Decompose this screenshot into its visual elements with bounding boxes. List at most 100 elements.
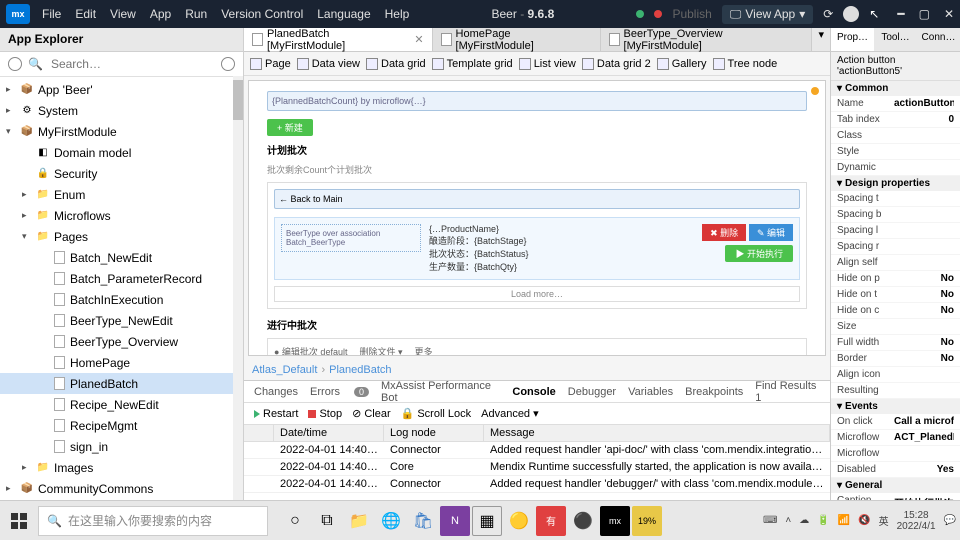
edge-icon[interactable]: 🌐 (376, 506, 406, 536)
tree-item-myfirstmodule[interactable]: ▾📦MyFirstModule (0, 121, 243, 142)
tree-item-microflows[interactable]: ▸📁Microflows (0, 205, 243, 226)
tray-battery-icon[interactable]: 🔋 (817, 515, 829, 526)
widget-data-grid-2[interactable]: Data grid 2 (582, 58, 651, 70)
bottom-tab-console[interactable]: Console (512, 386, 555, 398)
prop-row[interactable]: Spacing l (831, 223, 960, 239)
page-canvas[interactable]: {PlannedBatchCount} by microflow{…} + 新建… (248, 80, 826, 356)
prop-row[interactable]: Spacing t (831, 191, 960, 207)
tree-item-beertype-overview[interactable]: BeerType_Overview (0, 331, 243, 352)
prop-row[interactable]: Style (831, 144, 960, 160)
explorer-icon[interactable]: 📁 (344, 506, 374, 536)
prop-group[interactable]: ▾General (831, 478, 960, 493)
right-tab[interactable]: Conn… (917, 28, 960, 51)
tree-item-batch-newedit[interactable]: Batch_NewEdit (0, 247, 243, 268)
bottom-tab-breakpoints[interactable]: Breakpoints (685, 386, 743, 398)
doc-tab[interactable]: HomePage [MyFirstModule] (433, 28, 601, 51)
right-tab[interactable]: Tool… (874, 28, 917, 51)
app2-icon[interactable]: 有 (536, 506, 566, 536)
tree-item-batch-parameterrecord[interactable]: Batch_ParameterRecord (0, 268, 243, 289)
tree-item-system[interactable]: ▸⚙System (0, 100, 243, 121)
log-row[interactable]: 2022-04-01 14:40:27…ConnectorAdded reque… (244, 442, 830, 459)
bottom-tab-variables[interactable]: Variables (628, 386, 673, 398)
menu-version-control[interactable]: Version Control (221, 7, 303, 21)
log-row[interactable]: 2022-04-01 14:40:27…CoreMendix Runtime s… (244, 459, 830, 476)
tree-item-homepage[interactable]: HomePage (0, 352, 243, 373)
load-more[interactable]: Load more… (274, 286, 800, 302)
prop-row[interactable]: DisabledYes (831, 462, 960, 478)
tree-item-recipe-newedit[interactable]: Recipe_NewEdit (0, 394, 243, 415)
tray-vol-icon[interactable]: 🔇 (858, 515, 870, 526)
menu-run[interactable]: Run (185, 7, 207, 21)
inner-tab[interactable]: 删除文件 ▾ (359, 345, 402, 356)
prop-row[interactable]: Resulting (831, 383, 960, 399)
widget-tree-node[interactable]: Tree node (713, 58, 778, 70)
tree-item-beertype-newedit[interactable]: BeerType_NewEdit (0, 310, 243, 331)
restart-button[interactable]: Restart (254, 408, 298, 420)
tree-item-batchinexecution[interactable]: BatchInExecution (0, 289, 243, 310)
breadcrumb-root[interactable]: Atlas_Default (252, 364, 317, 376)
prop-group[interactable]: ▾Design properties (831, 176, 960, 191)
tree-item-recipemgmt[interactable]: RecipeMgmt (0, 415, 243, 436)
delete-button[interactable]: ✖ 删除 (702, 224, 746, 241)
tree-item-domain-model[interactable]: ◧Domain model (0, 142, 243, 163)
advanced-button[interactable]: Advanced ▾ (481, 407, 539, 420)
tree-item-security[interactable]: 🔒Security (0, 163, 243, 184)
prop-row[interactable]: Hide on pNo (831, 271, 960, 287)
menu-file[interactable]: File (42, 7, 61, 21)
menu-language[interactable]: Language (317, 7, 370, 21)
tree-item-sign-in[interactable]: sign_in (0, 436, 243, 457)
tree-item-planedbatch[interactable]: PlanedBatch (0, 373, 243, 394)
tree-item-app-beer-[interactable]: ▸📦App 'Beer' (0, 79, 243, 100)
run-button[interactable]: ▶ 开始执行 (725, 245, 793, 262)
prop-row[interactable]: Hide on tNo (831, 287, 960, 303)
bottom-tab-errors[interactable]: Errors (310, 386, 340, 398)
options-icon[interactable] (221, 57, 235, 71)
bottom-tab-changes[interactable]: Changes (254, 386, 298, 398)
close-icon[interactable]: ✕ (944, 7, 954, 21)
inner-tab[interactable]: 更多 (415, 345, 433, 356)
widget-template-grid[interactable]: Template grid (432, 58, 513, 70)
menu-help[interactable]: Help (385, 7, 410, 21)
prop-row[interactable]: MicroflowACT_PlanedBat (831, 430, 960, 446)
app3-icon[interactable]: ⚫ (568, 506, 598, 536)
cortana-icon[interactable]: ○ (280, 506, 310, 536)
bottom-tab-mxassist-performance-bot[interactable]: MxAssist Performance Bot (381, 380, 500, 404)
prop-row[interactable]: Tab index0 (831, 112, 960, 128)
widget-list-view[interactable]: List view (519, 58, 576, 70)
mendix-icon[interactable]: mx (600, 506, 630, 536)
tree-item-communitycommons[interactable]: ▸📦CommunityCommons (0, 478, 243, 499)
batch-card[interactable]: BeerType over association Batch_BeerType… (274, 217, 800, 280)
tree-item-enum[interactable]: ▸📁Enum (0, 184, 243, 205)
store-icon[interactable]: 🛍 (408, 506, 438, 536)
widget-data-view[interactable]: Data view (297, 58, 360, 70)
prop-group[interactable]: ▾Events (831, 399, 960, 414)
col-header[interactable]: Message (484, 425, 830, 441)
prop-row[interactable]: BorderNo (831, 351, 960, 367)
prop-row[interactable]: Spacing b (831, 207, 960, 223)
tray-cloud-icon[interactable]: ☁ (799, 515, 809, 526)
back-link[interactable]: ← Back to Main (274, 189, 800, 209)
taskview-icon[interactable]: ⧉ (312, 506, 342, 536)
maximize-icon[interactable]: ▢ (919, 7, 930, 21)
prop-row[interactable]: Spacing r (831, 239, 960, 255)
publish-button[interactable]: Publish (672, 7, 711, 21)
menu-app[interactable]: App (150, 7, 171, 21)
menu-edit[interactable]: Edit (75, 7, 96, 21)
tray-keyboard-icon[interactable]: ⌨ (763, 515, 777, 526)
prop-row[interactable]: Class (831, 128, 960, 144)
widget-page[interactable]: Page (250, 58, 291, 70)
log-row[interactable]: 2022-04-01 14:40:27…ConnectorAdded reque… (244, 476, 830, 493)
new-button[interactable]: + 新建 (267, 119, 313, 136)
view-app-button[interactable]: 🖵 View App ▾ (722, 5, 813, 24)
tree-item-pages[interactable]: ▾📁Pages (0, 226, 243, 247)
taskbar-search[interactable]: 🔍 在这里输入你要搜索的内容 (38, 506, 268, 536)
bottom-tab-debugger[interactable]: Debugger (568, 386, 616, 398)
inner-tabs[interactable]: ● 编辑批次 default删除文件 ▾更多 (274, 345, 800, 356)
prop-row[interactable]: Caption开始执行批次 (831, 493, 960, 500)
prop-row[interactable]: Size (831, 319, 960, 335)
minimize-icon[interactable]: ━ (897, 7, 904, 21)
breadcrumb-current[interactable]: PlanedBatch (329, 364, 391, 376)
prop-row[interactable]: NameactionButton5 (831, 96, 960, 112)
edit-button[interactable]: ✎ 编辑 (749, 224, 793, 241)
avatar[interactable] (843, 6, 859, 22)
